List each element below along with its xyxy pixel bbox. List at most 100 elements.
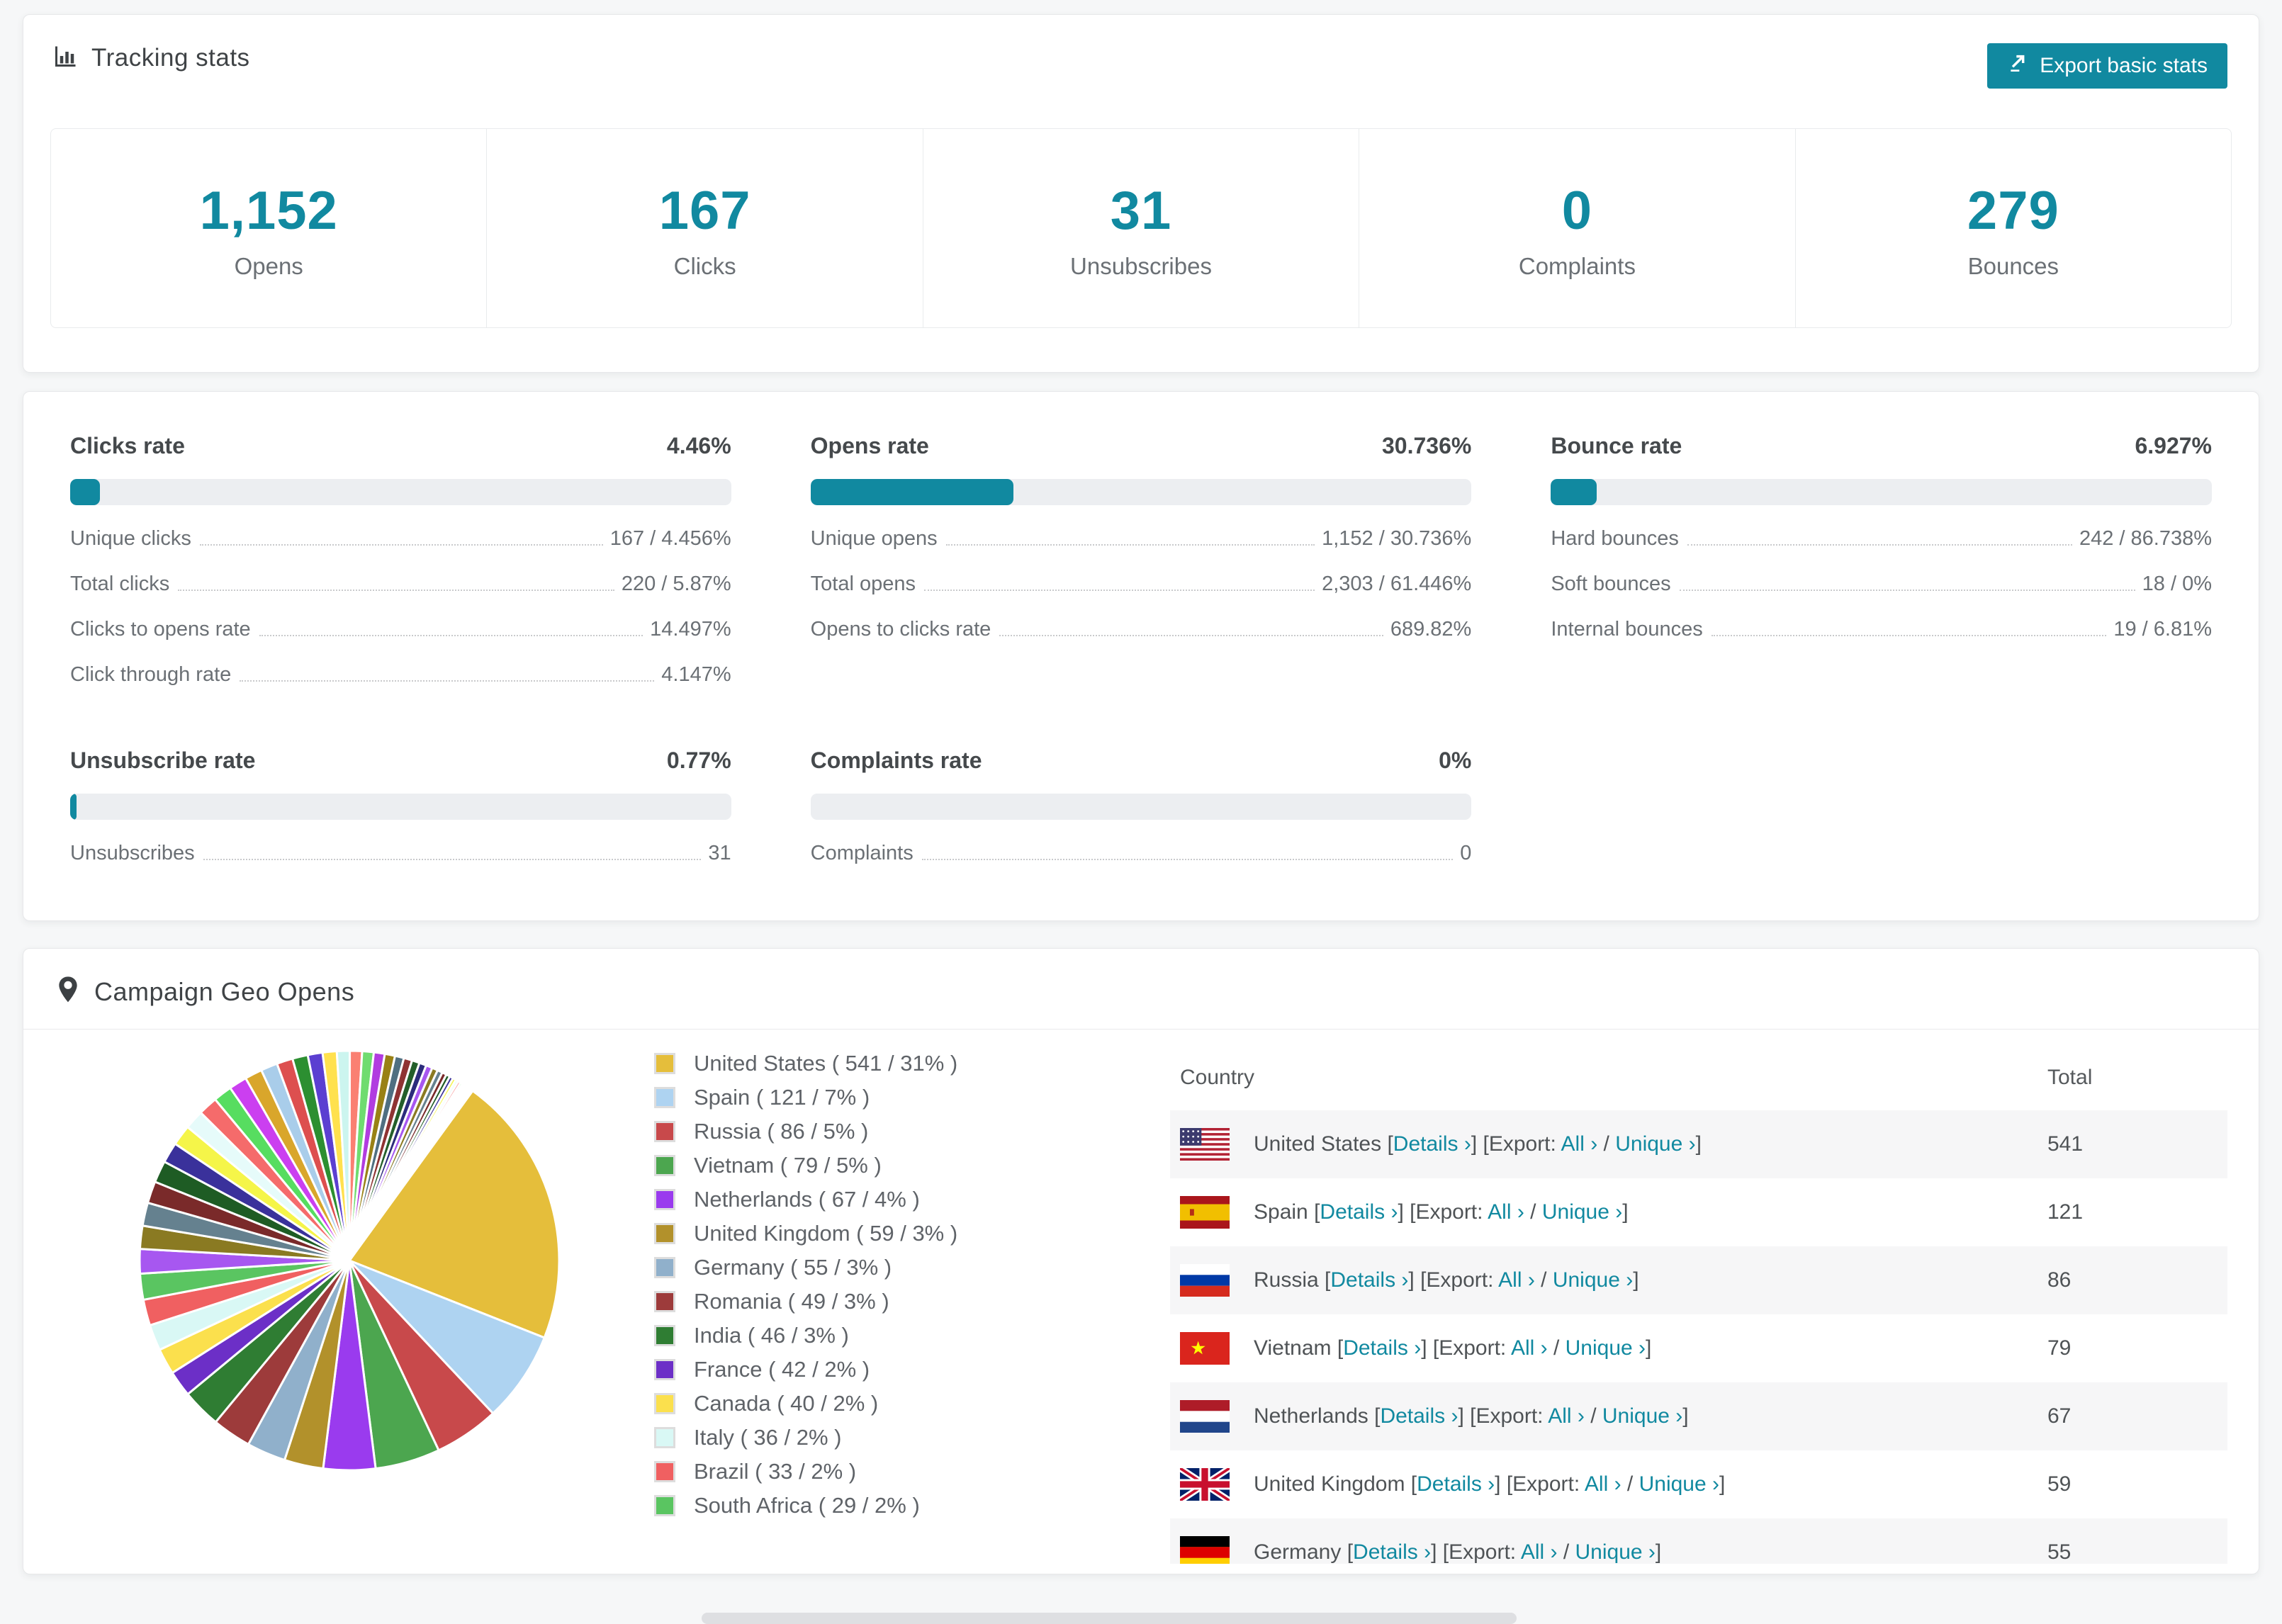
dotted-leader	[923, 590, 1315, 591]
legend-label: Romania ( 49 / 3% )	[694, 1289, 889, 1314]
legend-swatch	[654, 1223, 675, 1244]
dotted-leader	[1679, 590, 2135, 591]
export-unique-link[interactable]: Unique ›	[1542, 1200, 1622, 1224]
metric-value: 2,303 / 61.446%	[1322, 573, 1472, 595]
details-link[interactable]: Details ›	[1353, 1540, 1431, 1564]
country-cell: Russia [Details ›] [Export: All › / Uniq…	[1180, 1264, 2038, 1297]
legend-item-india: India ( 46 / 3% )	[654, 1323, 1108, 1348]
country-links: Spain [Details ›] [Export: All › / Uniqu…	[1254, 1200, 1629, 1224]
table-row-ru: Russia [Details ›] [Export: All › / Uniq…	[1170, 1246, 2227, 1314]
metric-label: Unsubscribes	[70, 842, 195, 864]
total-cell: 79	[2047, 1336, 2072, 1360]
dotted-leader	[199, 544, 603, 546]
dotted-leader	[178, 590, 614, 591]
export-unique-link[interactable]: Unique ›	[1553, 1268, 1633, 1292]
panel-title: Opens rate	[810, 433, 929, 458]
details-link[interactable]: Details ›	[1393, 1132, 1471, 1156]
flag-nl-icon	[1180, 1400, 1230, 1433]
metric-row: Soft bounces 18 / 0%	[1551, 573, 2212, 596]
stat-box-clicks: 167 Clicks	[487, 129, 923, 327]
legend-swatch	[654, 1359, 675, 1380]
dotted-leader	[240, 680, 655, 682]
details-link[interactable]: Details ›	[1343, 1336, 1421, 1360]
country-links: Germany [Details ›] [Export: All › / Uni…	[1254, 1540, 1662, 1564]
metric-row: Internal bounces 19 / 6.81%	[1551, 618, 2212, 641]
panel-rows: Unique clicks 167 / 4.456% Total clicks 220…	[70, 527, 731, 687]
export-unique-link[interactable]: Unique ›	[1639, 1472, 1719, 1496]
export-all-link[interactable]: All ›	[1488, 1200, 1524, 1224]
metric-value: 1,152 / 30.736%	[1322, 527, 1472, 550]
legend-label: South Africa ( 29 / 2% )	[694, 1493, 920, 1518]
progress-bar	[70, 479, 731, 505]
legend-label: Netherlands ( 67 / 4% )	[694, 1187, 920, 1212]
details-link[interactable]: Details ›	[1320, 1200, 1398, 1224]
horizontal-scrollbar-thumb[interactable]	[702, 1613, 1517, 1624]
export-all-link[interactable]: All ›	[1498, 1268, 1535, 1292]
export-unique-link[interactable]: Unique ›	[1575, 1540, 1656, 1564]
stat-box-opens: 1,152 Opens	[51, 129, 488, 327]
export-all-link[interactable]: All ›	[1585, 1472, 1621, 1496]
progress-bar	[810, 794, 1472, 820]
details-link[interactable]: Details ›	[1380, 1404, 1458, 1428]
export-icon	[2007, 52, 2030, 80]
legend-swatch	[654, 1495, 675, 1516]
flag-es-icon	[1180, 1196, 1230, 1229]
stat-box-bounces: 279 Bounces	[1796, 129, 2231, 327]
export-all-link[interactable]: All ›	[1521, 1540, 1558, 1564]
legend-swatch	[654, 1087, 675, 1108]
legend-label: United Kingdom ( 59 / 3% )	[694, 1221, 958, 1246]
export-unique-link[interactable]: Unique ›	[1566, 1336, 1646, 1360]
export-all-link[interactable]: All ›	[1511, 1336, 1548, 1360]
metric-row: Unique clicks 167 / 4.456%	[70, 527, 731, 551]
campaign-geo-opens-card: Campaign Geo Opens United States ( 541 /…	[23, 948, 2259, 1574]
panel-rows: Complaints 0	[811, 842, 1472, 865]
stat-value: 1,152	[199, 181, 338, 241]
metric-row: Complaints 0	[811, 842, 1472, 865]
progress-bar	[1551, 479, 2212, 505]
metric-label: Total clicks	[70, 573, 170, 595]
panel-head: Unsubscribe rate 0.77%	[70, 748, 731, 774]
export-basic-stats-button[interactable]: Export basic stats	[1987, 43, 2227, 89]
geo-table[interactable]: Country Total United States [Details ›] …	[1170, 1045, 2227, 1564]
export-unique-link[interactable]: Unique ›	[1615, 1132, 1695, 1156]
flag-de-icon	[1180, 1536, 1230, 1564]
rate-panel-complaints-rate: Complaints rate 0% Complaints 0	[810, 748, 1472, 865]
country-links: United States [Details ›] [Export: All ›…	[1254, 1132, 1702, 1156]
export-unique-link[interactable]: Unique ›	[1602, 1404, 1682, 1428]
metric-row: Total clicks 220 / 5.87%	[70, 573, 731, 596]
panel-title: Bounce rate	[1551, 433, 1682, 458]
country-cell: Vietnam [Details ›] [Export: All › / Uni…	[1180, 1332, 2038, 1365]
stat-label: Opens	[234, 253, 303, 279]
country-links: Russia [Details ›] [Export: All › / Uniq…	[1254, 1268, 1639, 1292]
legend-item-russia: Russia ( 86 / 5% )	[654, 1119, 1108, 1144]
legend-item-romania: Romania ( 49 / 3% )	[654, 1289, 1108, 1314]
export-all-link[interactable]: All ›	[1548, 1404, 1585, 1428]
country-cell: Spain [Details ›] [Export: All › / Uniqu…	[1180, 1196, 2038, 1229]
legend-item-united-kingdom: United Kingdom ( 59 / 3% )	[654, 1221, 1108, 1246]
export-all-link[interactable]: All ›	[1561, 1132, 1598, 1156]
metric-value: 19 / 6.81%	[2113, 618, 2212, 641]
stat-box-unsubscribes: 31 Unsubscribes	[923, 129, 1360, 327]
metric-label: Unique opens	[810, 527, 938, 550]
details-link[interactable]: Details ›	[1330, 1268, 1408, 1292]
legend-label: Vietnam ( 79 / 5% )	[694, 1153, 882, 1178]
panel-title: Unsubscribe rate	[70, 748, 256, 773]
legend-label: India ( 46 / 3% )	[694, 1323, 849, 1348]
panel-head: Complaints rate 0%	[811, 748, 1472, 774]
metric-row: Opens to clicks rate 689.82%	[811, 618, 1472, 641]
flag-ru-icon	[1180, 1264, 1230, 1297]
summary-stats-row: 1,152 Opens 167 Clicks 31 Unsubscribes 0 Compla…	[50, 128, 2232, 328]
stat-value: 0	[1561, 181, 1593, 241]
legend-swatch	[654, 1053, 675, 1074]
details-link[interactable]: Details ›	[1417, 1472, 1495, 1496]
progress-bar-fill	[70, 479, 100, 505]
country-cell: Germany [Details ›] [Export: All › / Uni…	[1180, 1536, 2038, 1564]
panel-title: Clicks rate	[70, 433, 185, 458]
geo-pie-chart	[130, 1041, 569, 1484]
legend-label: Germany ( 55 / 3% )	[694, 1255, 892, 1280]
metric-row: Unique opens 1,152 / 30.736%	[811, 527, 1472, 551]
metric-value: 242 / 86.738%	[2079, 527, 2212, 550]
panel-head: Clicks rate 4.46%	[70, 433, 731, 459]
stat-value: 31	[1110, 181, 1172, 241]
geo-header: Campaign Geo Opens	[23, 976, 2259, 1008]
